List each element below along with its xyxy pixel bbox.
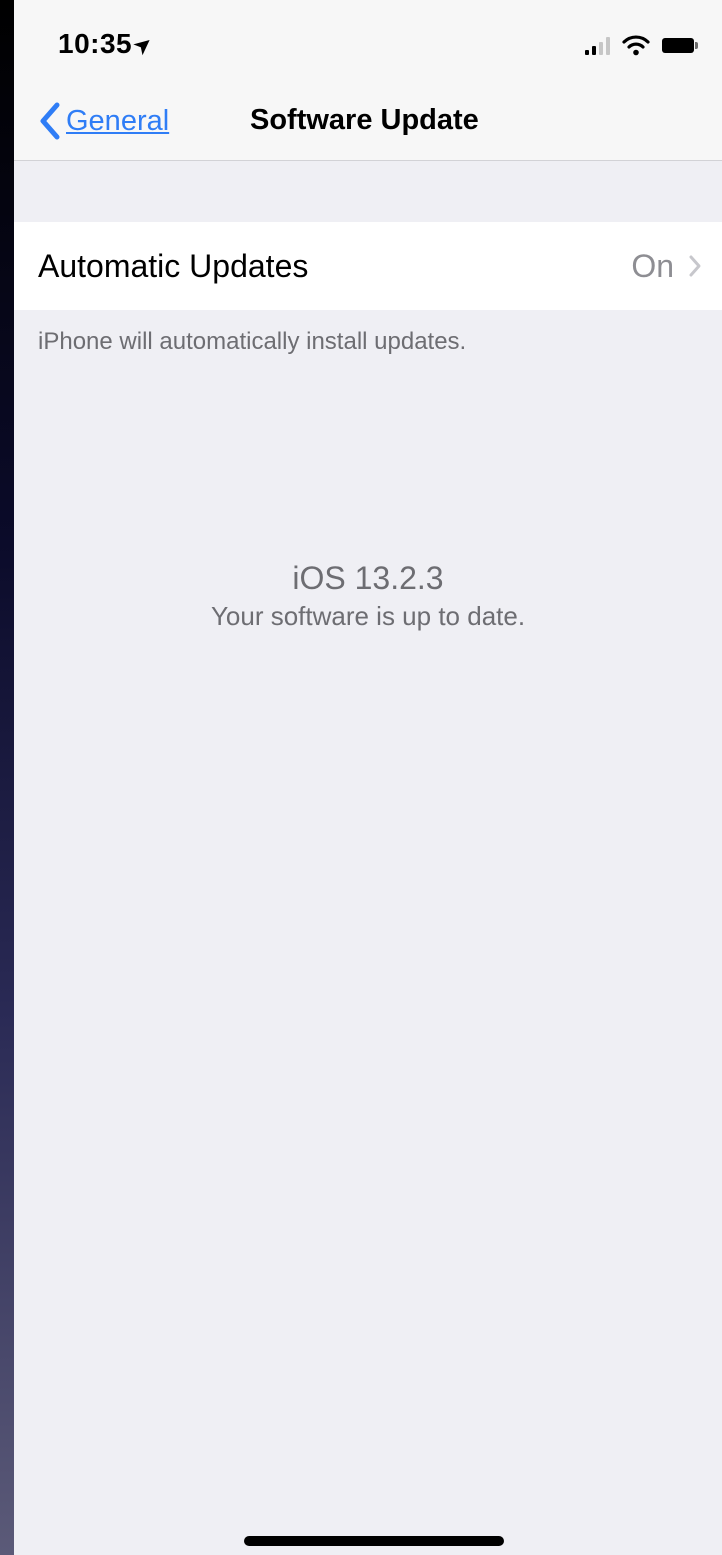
automatic-updates-value-group: On xyxy=(631,248,702,285)
status-time-label: 10:35 xyxy=(58,28,133,59)
device-frame-edge xyxy=(0,0,14,1555)
battery-icon xyxy=(662,37,698,53)
update-status: Your software is up to date. xyxy=(210,601,526,631)
status-bar-time: 10:35➤ xyxy=(58,28,157,60)
settings-screen: 10:35➤ General Software Update Automatic… xyxy=(14,0,722,1555)
page-title: Software Update xyxy=(250,104,479,136)
version-info: iOS 13.2.3 Your software is up to date. xyxy=(14,560,722,632)
status-bar-icons xyxy=(585,32,698,58)
navigation-area: 10:35➤ General Software Update xyxy=(14,0,722,161)
automatic-updates-value: On xyxy=(631,247,674,284)
home-indicator[interactable] xyxy=(244,1536,504,1546)
chevron-left-icon xyxy=(40,102,60,140)
automatic-updates-row[interactable]: Automatic Updates On xyxy=(14,222,722,310)
automatic-updates-footer: iPhone will automatically install update… xyxy=(38,328,467,355)
cellular-signal-icon xyxy=(585,35,610,55)
wifi-icon xyxy=(622,35,650,56)
location-arrow-icon: ➤ xyxy=(130,31,158,60)
ios-version: iOS 13.2.3 xyxy=(292,560,444,596)
back-button[interactable]: General xyxy=(36,100,169,142)
chevron-right-icon xyxy=(689,255,701,277)
automatic-updates-label: Automatic Updates xyxy=(38,247,309,284)
back-button-label: General xyxy=(66,104,170,137)
